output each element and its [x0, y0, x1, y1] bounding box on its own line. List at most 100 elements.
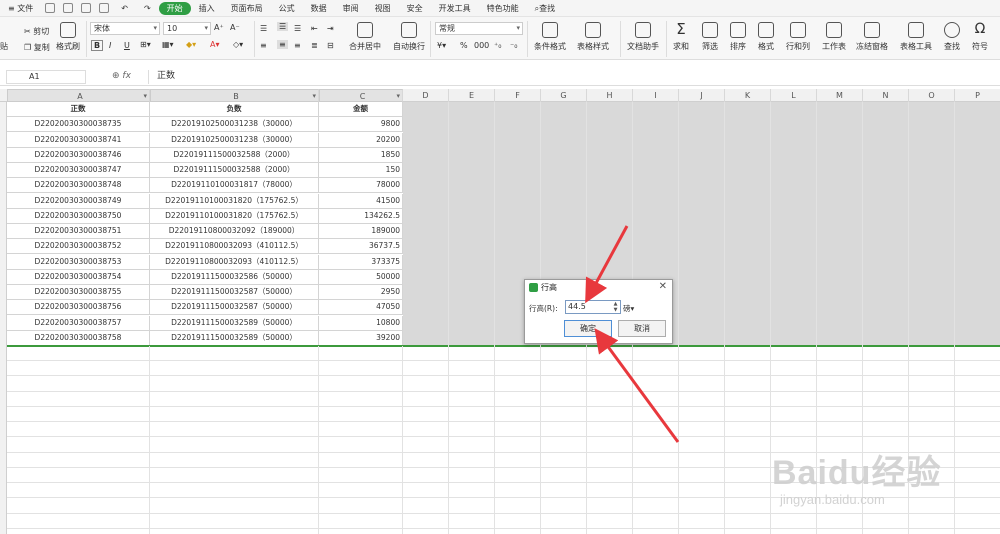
indent-increase-icon[interactable]: ⇥	[327, 24, 334, 33]
border-icon[interactable]: ⊞▾	[140, 40, 151, 49]
table-cell[interactable]: 9800	[319, 117, 403, 133]
tab-formula[interactable]: 公式	[271, 3, 303, 14]
table-cell[interactable]: 373375	[319, 254, 403, 270]
table-cell[interactable]: D22020030300038746	[7, 147, 150, 163]
export-icon[interactable]	[63, 3, 74, 13]
table-cell[interactable]: D22020030300038748	[7, 178, 150, 194]
table-cell[interactable]: 1850	[319, 147, 403, 163]
align-top-icon[interactable]: ☰	[260, 24, 267, 33]
sum-button[interactable]: Σ 求和	[673, 22, 689, 52]
copy-button[interactable]: ❐ 复制	[24, 42, 50, 53]
cell-fill-icon[interactable]: ▦▾	[162, 40, 174, 49]
save-icon[interactable]	[45, 3, 56, 13]
undo-icon[interactable]: ↶	[113, 4, 136, 13]
cond-format-button[interactable]: 条件格式	[534, 22, 566, 52]
table-cell[interactable]: D22019111500032588（2000）	[150, 147, 319, 163]
table-cell[interactable]: D22020030300038752	[7, 239, 150, 255]
table-cell[interactable]: 134262.5	[319, 208, 403, 224]
font-name-select[interactable]: 宋体	[90, 22, 160, 35]
print-icon[interactable]	[81, 3, 92, 13]
align-middle-icon[interactable]: ☰	[277, 22, 289, 31]
tab-review[interactable]: 审阅	[335, 3, 367, 14]
table-cell[interactable]: 78000	[319, 178, 403, 194]
table-cell[interactable]: D22020030300038755	[7, 285, 150, 300]
column-header-e[interactable]: E	[449, 89, 495, 102]
table-style-button[interactable]: 表格样式	[577, 22, 609, 52]
file-menu[interactable]: ≡ 文件	[0, 3, 41, 14]
font-size-select[interactable]: 10	[163, 22, 211, 35]
tab-view[interactable]: 视图	[367, 3, 399, 14]
tab-features[interactable]: 特色功能	[479, 3, 527, 14]
justify-icon[interactable]: ≣	[311, 41, 318, 50]
font-shrink-icon[interactable]: A⁻	[230, 23, 240, 32]
column-header-a[interactable]: A	[7, 89, 150, 103]
paste-button[interactable]: 贴	[0, 41, 8, 52]
fx-icon[interactable]: fx	[122, 71, 131, 81]
fill-color-icon[interactable]: ◆▾	[186, 40, 196, 49]
underline-button[interactable]: U	[124, 41, 130, 50]
freeze-button[interactable]: 冻结窗格	[856, 22, 888, 52]
table-cell[interactable]: D22019102500031238（30000）	[150, 117, 319, 133]
tab-data[interactable]: 数据	[303, 3, 335, 14]
table-cell[interactable]: D22020030300038741	[7, 132, 150, 148]
table-cell[interactable]: 47050	[319, 300, 403, 316]
column-header-h[interactable]: H	[587, 89, 633, 102]
table-cell[interactable]: D22020030300038758	[7, 330, 150, 346]
currency-icon[interactable]: ¥▾	[437, 41, 446, 50]
cancel-button[interactable]: 取消	[618, 320, 666, 337]
column-header-b[interactable]: B	[150, 89, 319, 103]
spinner-arrows-icon[interactable]: ▲ ▼	[611, 301, 620, 313]
unit-select[interactable]: 磅▾	[623, 303, 634, 314]
name-box[interactable]: A1	[6, 70, 86, 84]
table-cell[interactable]: D22019110100031817（78000）	[150, 178, 319, 194]
doc-helper-button[interactable]: 文档助手	[627, 22, 659, 52]
tab-insert[interactable]: 插入	[191, 3, 223, 14]
print-preview-icon[interactable]	[99, 3, 110, 13]
column-header-p[interactable]: P	[955, 89, 1000, 102]
table-cell[interactable]: D22019111500032587（50000）	[150, 285, 319, 300]
table-cell[interactable]: D22019111500032588（2000）	[150, 163, 319, 178]
indent-decrease-icon[interactable]: ⇤	[311, 24, 318, 33]
column-header-o[interactable]: O	[909, 89, 955, 102]
column-header-j[interactable]: J	[679, 89, 725, 102]
cut-button[interactable]: ✂ 剪切	[24, 26, 49, 37]
number-format-select[interactable]: 常规	[435, 22, 523, 35]
column-header-f[interactable]: F	[495, 89, 541, 102]
table-cell[interactable]: D22019111500032589（50000）	[150, 330, 319, 346]
tab-developer[interactable]: 开发工具	[431, 3, 479, 14]
table-cell[interactable]: D22020030300038751	[7, 224, 150, 239]
column-header-c[interactable]: C	[319, 89, 403, 103]
column-header-l[interactable]: L	[771, 89, 817, 102]
table-cell[interactable]: D22019110100031820（175762.5）	[150, 193, 319, 209]
table-cell[interactable]: D22020030300038757	[7, 315, 150, 331]
decimal-decrease-icon[interactable]: ⁻₀	[510, 41, 517, 50]
worksheet-button[interactable]: 工作表	[822, 22, 846, 52]
tab-security[interactable]: 安全	[399, 3, 431, 14]
table-cell[interactable]: D22019111500032589（50000）	[150, 315, 319, 331]
table-cell[interactable]: D22019111500032586（50000）	[150, 269, 319, 285]
table-cell[interactable]: D22019110100031820（175762.5）	[150, 208, 319, 224]
table-cell[interactable]: D22019110800032093（410112.5）	[150, 254, 319, 270]
italic-button[interactable]: I	[109, 41, 111, 50]
bold-button[interactable]: B	[91, 40, 104, 51]
row-col-button[interactable]: 行和列	[786, 22, 810, 52]
table-cell[interactable]: D22020030300038756	[7, 300, 150, 316]
align-bottom-icon[interactable]: ☰	[294, 24, 301, 33]
zoom-icon[interactable]: ⊕	[112, 71, 120, 81]
dialog-titlebar[interactable]: 行高	[525, 280, 672, 295]
table-cell[interactable]: D22019110800032092（189000）	[150, 224, 319, 239]
search-menu[interactable]: ⌕查找	[527, 3, 563, 14]
table-cell[interactable]: 39200	[319, 330, 403, 346]
align-left-icon[interactable]: ≡	[260, 41, 267, 50]
format-painter-button[interactable]: 格式刷	[56, 22, 80, 52]
column-header-d[interactable]: D	[403, 89, 449, 102]
font-color-icon[interactable]: A▾	[210, 40, 220, 49]
table-cell[interactable]: 50000	[319, 269, 403, 285]
table-cell[interactable]: D22020030300038754	[7, 269, 150, 285]
redo-icon[interactable]: ↷	[136, 4, 159, 13]
column-header-k[interactable]: K	[725, 89, 771, 102]
header-cell[interactable]: 负数	[150, 102, 319, 117]
align-right-icon[interactable]: ≡	[294, 41, 301, 50]
tab-page-layout[interactable]: 页面布局	[223, 3, 271, 14]
table-cell[interactable]: D22020030300038735	[7, 117, 150, 133]
